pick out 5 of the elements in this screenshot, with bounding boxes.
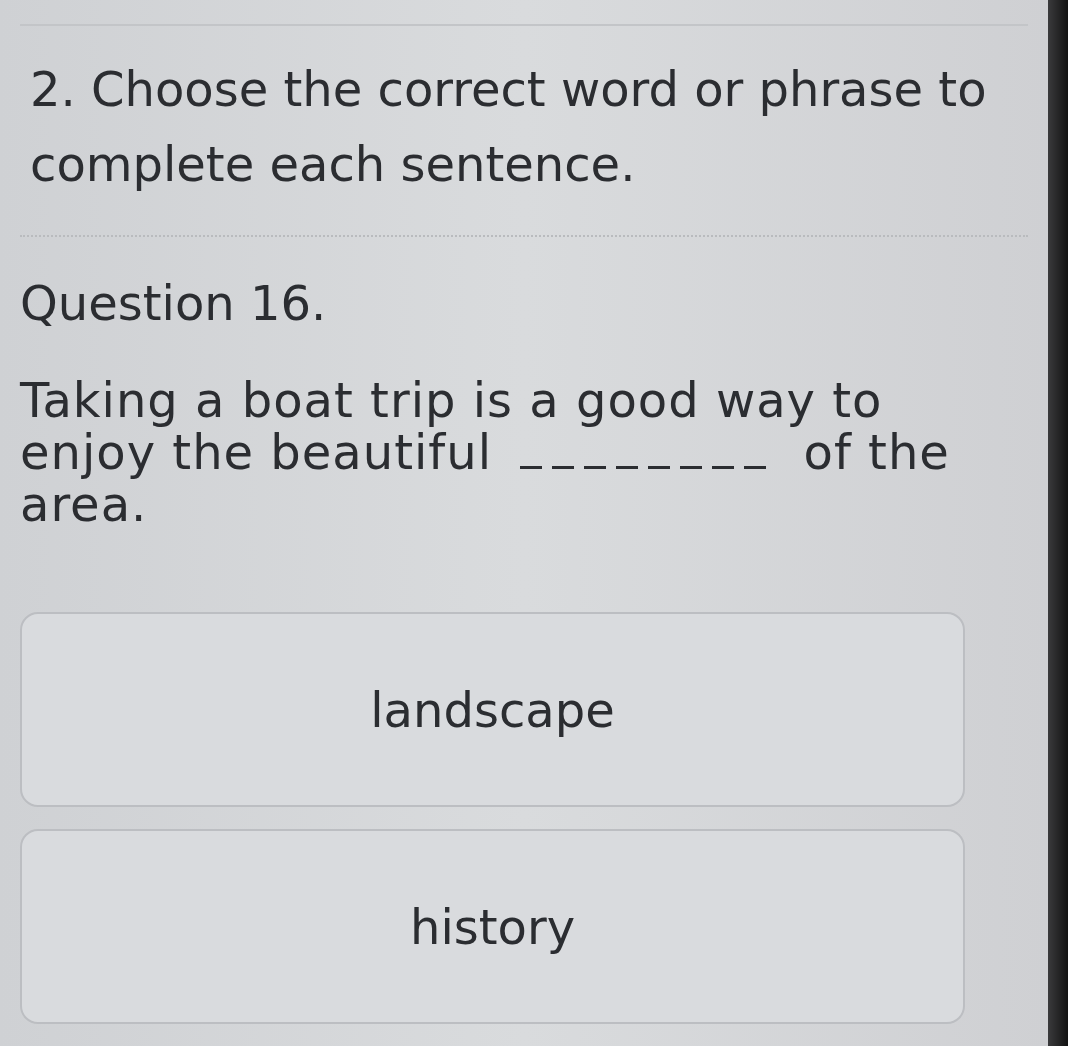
answer-option[interactable]: landscape [20, 612, 965, 807]
instruction-text: 2. Choose the correct word or phrase to complete each sentence. [30, 60, 988, 194]
question-text: Taking a boat trip is a good way to enjoy the beautiful of the area. [20, 374, 951, 530]
question-number: Question 16. [20, 274, 327, 333]
answer-option[interactable]: history [20, 829, 965, 1024]
